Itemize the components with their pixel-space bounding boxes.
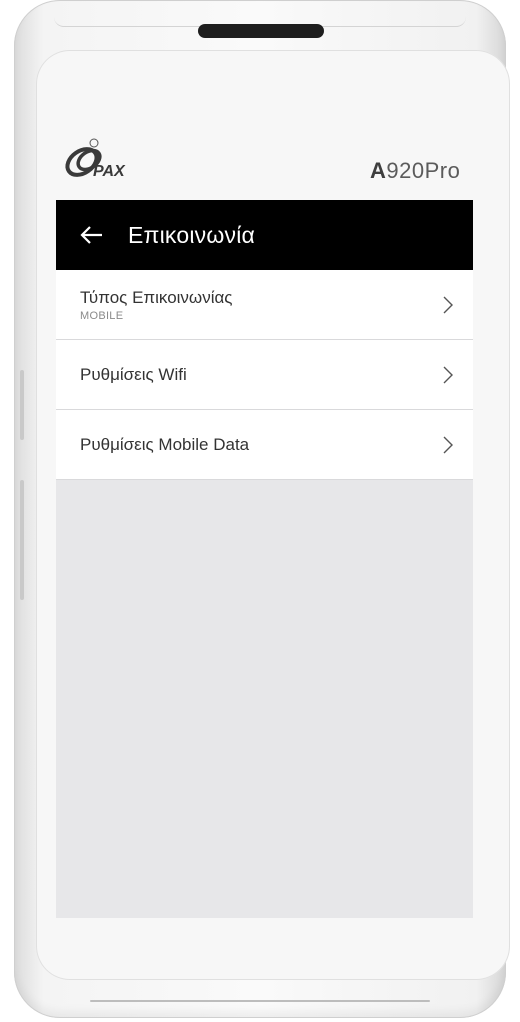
device-bottom-edge (90, 1000, 430, 1002)
app-bar: Επικοινωνία (56, 200, 473, 270)
model-label: A920Pro (370, 158, 460, 184)
arrow-left-icon[interactable] (78, 221, 106, 249)
app-screen: Επικοινωνία Τύπος Επικοινωνίας MOBILE Ρυ… (56, 200, 473, 918)
list-item-mobile-data-settings[interactable]: Ρυθμίσεις Mobile Data (56, 410, 473, 480)
chevron-right-icon (443, 296, 453, 313)
speaker-slot (198, 24, 324, 38)
list-item-label: Ρυθμίσεις Mobile Data (80, 434, 250, 454)
side-button-lower (20, 480, 24, 600)
page-title: Επικοινωνία (128, 221, 256, 248)
list-item-label: Ρυθμίσεις Wifi (80, 364, 187, 384)
model-suffix: 920Pro (386, 158, 461, 183)
list-item-wifi-settings[interactable]: Ρυθμίσεις Wifi (56, 340, 473, 410)
model-prefix: A (370, 158, 387, 183)
list-item-communication-type[interactable]: Τύπος Επικοινωνίας MOBILE (56, 270, 473, 340)
pax-logo: PAX (65, 138, 126, 180)
list-item-label: Τύπος Επικοινωνίας (80, 287, 233, 307)
pax-logo-text: PAX (93, 163, 126, 180)
chevron-right-icon (443, 436, 453, 453)
chevron-right-icon (443, 366, 453, 383)
list-item-sublabel: MOBILE (80, 309, 124, 322)
device-top-edge (54, 0, 466, 27)
side-button-upper (20, 370, 24, 440)
